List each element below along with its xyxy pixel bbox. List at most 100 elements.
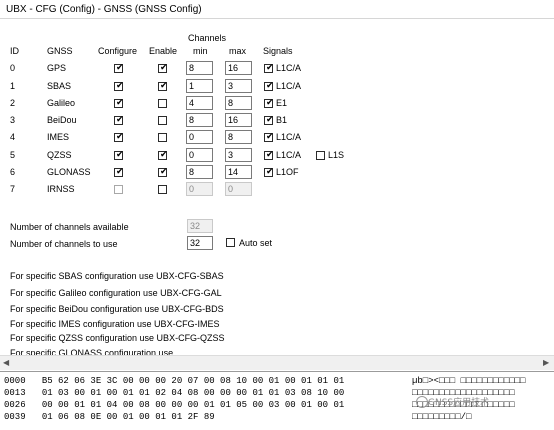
signal-checkbox[interactable]: ✔: [264, 81, 274, 91]
gnss-name: Galileo: [47, 98, 76, 108]
min-channels-field[interactable]: 0: [186, 148, 213, 162]
window-title: UBX - CFG (Config) - GNSS (GNSS Config): [6, 4, 202, 15]
configure-checkbox[interactable]: ✔: [114, 98, 124, 108]
signal-label: L1S: [328, 150, 345, 160]
min-header: min: [193, 46, 208, 56]
hex-line: 0000 B5 62 06 3E 3C 00 00 00 20 07 00 08…: [4, 376, 345, 386]
enable-checkbox[interactable]: [158, 99, 167, 108]
min-channels-field[interactable]: 8: [186, 113, 213, 127]
enable-checkbox[interactable]: [158, 185, 167, 194]
signal-checkbox[interactable]: ✔: [264, 132, 274, 142]
note-sbas: For specific SBAS configuration use UBX-…: [10, 271, 224, 281]
max-channels-field[interactable]: 3: [225, 148, 252, 162]
signal-label: L1C/A: [276, 150, 302, 160]
gnss-row-galileo: 2 Galileo ✔ 4 8 ✔ E1: [0, 95, 554, 112]
min-channels-field[interactable]: 8: [186, 165, 213, 179]
signal-checkbox[interactable]: ✔: [264, 115, 274, 125]
hex-line: 0013 01 03 00 01 00 01 01 02 04 08 00 00…: [4, 388, 345, 398]
min-channels-field[interactable]: 8: [186, 61, 213, 75]
gnss-name: IMES: [47, 132, 70, 142]
configure-checkbox[interactable]: ✔: [114, 132, 124, 142]
signal-label: L1C/A: [276, 63, 302, 73]
gnss-name: IRNSS: [47, 184, 75, 194]
gnss-id: 1: [10, 81, 16, 91]
gnss-name: QZSS: [47, 150, 72, 160]
configure-checkbox[interactable]: ✔: [114, 115, 124, 125]
signal-checkbox[interactable]: ✔: [264, 98, 274, 108]
enable-checkbox[interactable]: ✔: [158, 63, 168, 73]
enable-checkbox[interactable]: [158, 116, 167, 125]
max-channels-field[interactable]: 8: [225, 96, 252, 110]
gnss-row-imes: 4 IMES ✔ 0 8 ✔ L1C/A: [0, 129, 554, 146]
enable-checkbox[interactable]: ✔: [158, 81, 168, 91]
gnss-row-gps: 0 GPS ✔ ✔ 8 16 ✔ L1C/A: [0, 60, 554, 77]
enable-checkbox[interactable]: ✔: [158, 167, 168, 177]
signal-label: E1: [276, 98, 288, 108]
min-channels-field[interactable]: 0: [186, 130, 213, 144]
signal-label: L1OF: [276, 167, 299, 177]
enable-header: Enable: [149, 46, 178, 56]
gnss-id: 2: [10, 98, 16, 108]
gnss-row-sbas: 1 SBAS ✔ ✔ 1 3 ✔ L1C/A: [0, 78, 554, 95]
channels-available-label: Number of channels available: [10, 222, 129, 232]
channels-header: Channels: [188, 33, 227, 43]
hex-line: 0026 00 00 01 01 04 00 08 00 00 00 01 01…: [4, 400, 345, 410]
note-glonass: For specific GLONASS configuration use: [10, 348, 174, 355]
gnss-row-glonass: 6 GLONASS ✔ ✔ 8 14 ✔ L1OF: [0, 164, 554, 181]
configure-checkbox[interactable]: ✔: [114, 63, 124, 73]
min-channels-field[interactable]: 1: [186, 79, 213, 93]
gnss-name: GLONASS: [47, 167, 91, 177]
enable-checkbox[interactable]: ✔: [158, 150, 168, 160]
gnss-id: 3: [10, 115, 16, 125]
channels-available-field: 32: [187, 219, 213, 233]
note-galileo: For specific Galileo configuration use U…: [10, 288, 222, 298]
gnss-name: GPS: [47, 63, 67, 73]
horizontal-scrollbar[interactable]: ◀ ▶: [0, 355, 554, 370]
hex-line: 0039 01 06 08 0E 00 01 00 01 01 2F 89: [4, 412, 215, 422]
watermark-icon: [416, 396, 428, 408]
id-header: ID: [10, 46, 19, 56]
gnss-row-irnss: 7 IRNSS 0 0: [0, 181, 554, 198]
configure-checkbox[interactable]: ✔: [114, 81, 124, 91]
max-channels-field[interactable]: 3: [225, 79, 252, 93]
max-channels-field[interactable]: 16: [225, 61, 252, 75]
note-imes: For specific IMES configuration use UBX-…: [10, 319, 220, 329]
hex-ascii: □□□□□□□□□/□: [412, 412, 472, 422]
channels-to-use-label: Number of channels to use: [10, 239, 118, 249]
min-channels-field[interactable]: 4: [186, 96, 213, 110]
signal-checkbox[interactable]: ✔: [264, 150, 274, 160]
watermark: GNSS应用技术: [428, 398, 490, 408]
scroll-left-icon[interactable]: ◀: [3, 358, 9, 367]
gnss-row-qzss: 5 QZSS ✔ ✔ 0 3 ✔ L1C/A L1S: [0, 147, 554, 164]
max-channels-field[interactable]: 16: [225, 113, 252, 127]
note-beidou: For specific BeiDou configuration use UB…: [10, 304, 224, 314]
note-qzss: For specific QZSS configuration use UBX-…: [10, 333, 225, 343]
max-header: max: [229, 46, 247, 56]
max-channels-field[interactable]: 8: [225, 130, 252, 144]
auto-set-checkbox[interactable]: [226, 238, 235, 247]
title-separator: [0, 18, 554, 19]
signal-label: B1: [276, 115, 288, 125]
signal-checkbox[interactable]: [316, 151, 325, 160]
configure-checkbox[interactable]: ✔: [114, 167, 124, 177]
signal-label: L1C/A: [276, 132, 302, 142]
gnss-id: 5: [10, 150, 16, 160]
gnss-id: 6: [10, 167, 16, 177]
configure-checkbox[interactable]: ✔: [114, 150, 124, 160]
channels-to-use-field[interactable]: 32: [187, 236, 213, 250]
enable-checkbox[interactable]: [158, 133, 167, 142]
signals-header: Signals: [263, 46, 293, 56]
signal-checkbox[interactable]: ✔: [264, 63, 274, 73]
configure-header: Configure: [98, 46, 138, 56]
gnss-name: BeiDou: [47, 115, 77, 125]
gnss-id: 0: [10, 63, 16, 73]
gnss-header: GNSS: [47, 46, 73, 56]
min-channels-field: 0: [186, 182, 213, 196]
signal-checkbox[interactable]: ✔: [264, 167, 274, 177]
hex-ascii: µb□><□□□ □□□□□□□□□□□□: [412, 376, 526, 386]
max-channels-field[interactable]: 14: [225, 165, 252, 179]
configure-checkbox[interactable]: [114, 185, 123, 194]
max-channels-field: 0: [225, 182, 252, 196]
scroll-right-icon[interactable]: ▶: [543, 358, 549, 367]
signal-label: L1C/A: [276, 81, 302, 91]
